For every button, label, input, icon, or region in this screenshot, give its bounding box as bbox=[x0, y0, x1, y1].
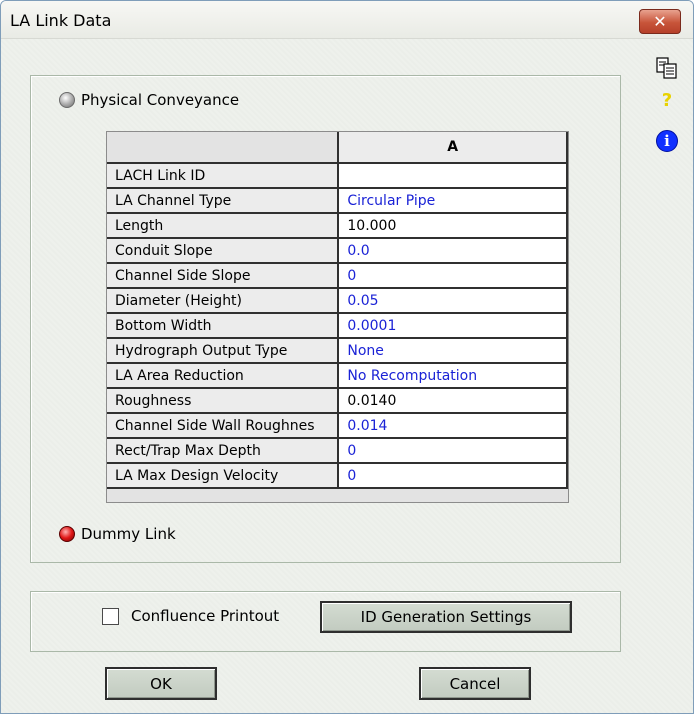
row-label: Conduit Slope bbox=[107, 238, 340, 264]
id-generation-settings-button[interactable]: ID Generation Settings bbox=[320, 601, 572, 633]
confluence-printout-label: Confluence Printout bbox=[131, 607, 280, 625]
row-label: Channel Side Wall Roughnes bbox=[107, 413, 340, 439]
table-row: Channel Side Wall Roughnes 0.014 bbox=[107, 413, 568, 439]
link-data-grid: A LACH Link ID LA Channel Type Circular … bbox=[106, 131, 569, 503]
row-label: Bottom Width bbox=[107, 313, 340, 339]
info-glyph: i bbox=[664, 132, 670, 150]
row-label: LA Channel Type bbox=[107, 188, 340, 214]
row-value-cell[interactable]: 0 bbox=[338, 463, 568, 489]
close-button[interactable]: ✕ bbox=[639, 9, 681, 34]
row-label: Diameter (Height) bbox=[107, 288, 340, 314]
dummy-link-radio[interactable]: Dummy Link bbox=[59, 525, 176, 543]
row-label: Hydrograph Output Type bbox=[107, 338, 340, 364]
row-value-cell[interactable]: No Recomputation bbox=[338, 363, 568, 389]
row-label: Channel Side Slope bbox=[107, 263, 340, 289]
grid-corner bbox=[107, 132, 340, 164]
row-label: LA Area Reduction bbox=[107, 363, 340, 389]
confluence-printout-checkbox[interactable]: Confluence Printout bbox=[102, 607, 279, 625]
table-row: Channel Side Slope 0 bbox=[107, 263, 568, 289]
row-value-cell[interactable]: None bbox=[338, 338, 568, 364]
row-value-cell[interactable] bbox=[338, 163, 568, 189]
ok-button[interactable]: OK bbox=[105, 667, 217, 700]
row-label: Rect/Trap Max Depth bbox=[107, 438, 340, 464]
table-row: LACH Link ID bbox=[107, 163, 568, 189]
help-icon[interactable]: ? bbox=[659, 89, 675, 111]
table-row: LA Max Design Velocity 0 bbox=[107, 463, 568, 489]
row-label: LA Max Design Velocity bbox=[107, 463, 340, 489]
table-row: LA Channel Type Circular Pipe bbox=[107, 188, 568, 214]
title-bar[interactable]: LA Link Data ✕ bbox=[1, 1, 693, 39]
cancel-button[interactable]: Cancel bbox=[419, 667, 531, 700]
table-row: Conduit Slope 0.0 bbox=[107, 238, 568, 264]
copy-icon[interactable] bbox=[655, 56, 679, 80]
help-glyph: ? bbox=[661, 89, 673, 111]
table-row: Diameter (Height) 0.05 bbox=[107, 288, 568, 314]
la-link-data-window: LA Link Data ✕ ? i Physical Conveyance A… bbox=[0, 0, 694, 714]
column-header-a[interactable]: A bbox=[338, 132, 568, 164]
link-data-table: A LACH Link ID LA Channel Type Circular … bbox=[107, 132, 568, 489]
cancel-label: Cancel bbox=[449, 674, 501, 693]
row-value-cell[interactable]: 0.0140 bbox=[338, 388, 568, 414]
row-value-cell[interactable]: 0.05 bbox=[338, 288, 568, 314]
ok-label: OK bbox=[150, 674, 172, 693]
row-label: Roughness bbox=[107, 388, 340, 414]
physical-conveyance-radio[interactable]: Physical Conveyance bbox=[59, 91, 239, 109]
row-label: LACH Link ID bbox=[107, 163, 340, 189]
row-value-cell[interactable]: 10.000 bbox=[338, 213, 568, 239]
id-generation-settings-label: ID Generation Settings bbox=[360, 608, 532, 626]
physical-conveyance-label: Physical Conveyance bbox=[81, 91, 240, 109]
row-value-cell[interactable]: 0.0 bbox=[338, 238, 568, 264]
radio-icon[interactable] bbox=[59, 92, 75, 108]
row-value-cell[interactable]: 0 bbox=[338, 438, 568, 464]
row-value-cell[interactable]: 0.014 bbox=[338, 413, 568, 439]
table-row: Hydrograph Output Type None bbox=[107, 338, 568, 364]
table-row: Length 10.000 bbox=[107, 213, 568, 239]
window-title: LA Link Data bbox=[10, 11, 112, 30]
row-label: Length bbox=[107, 213, 340, 239]
row-value-cell[interactable]: Circular Pipe bbox=[338, 188, 568, 214]
info-icon[interactable]: i bbox=[656, 130, 678, 152]
dummy-link-label: Dummy Link bbox=[81, 525, 176, 543]
radio-icon[interactable] bbox=[59, 526, 75, 542]
close-icon: ✕ bbox=[653, 12, 667, 31]
row-value-cell[interactable]: 0.0001 bbox=[338, 313, 568, 339]
table-row: Rect/Trap Max Depth 0 bbox=[107, 438, 568, 464]
table-row: Roughness 0.0140 bbox=[107, 388, 568, 414]
row-value-cell[interactable]: 0 bbox=[338, 263, 568, 289]
checkbox-icon[interactable] bbox=[102, 607, 119, 625]
table-row: LA Area Reduction No Recomputation bbox=[107, 363, 568, 389]
table-row: Bottom Width 0.0001 bbox=[107, 313, 568, 339]
